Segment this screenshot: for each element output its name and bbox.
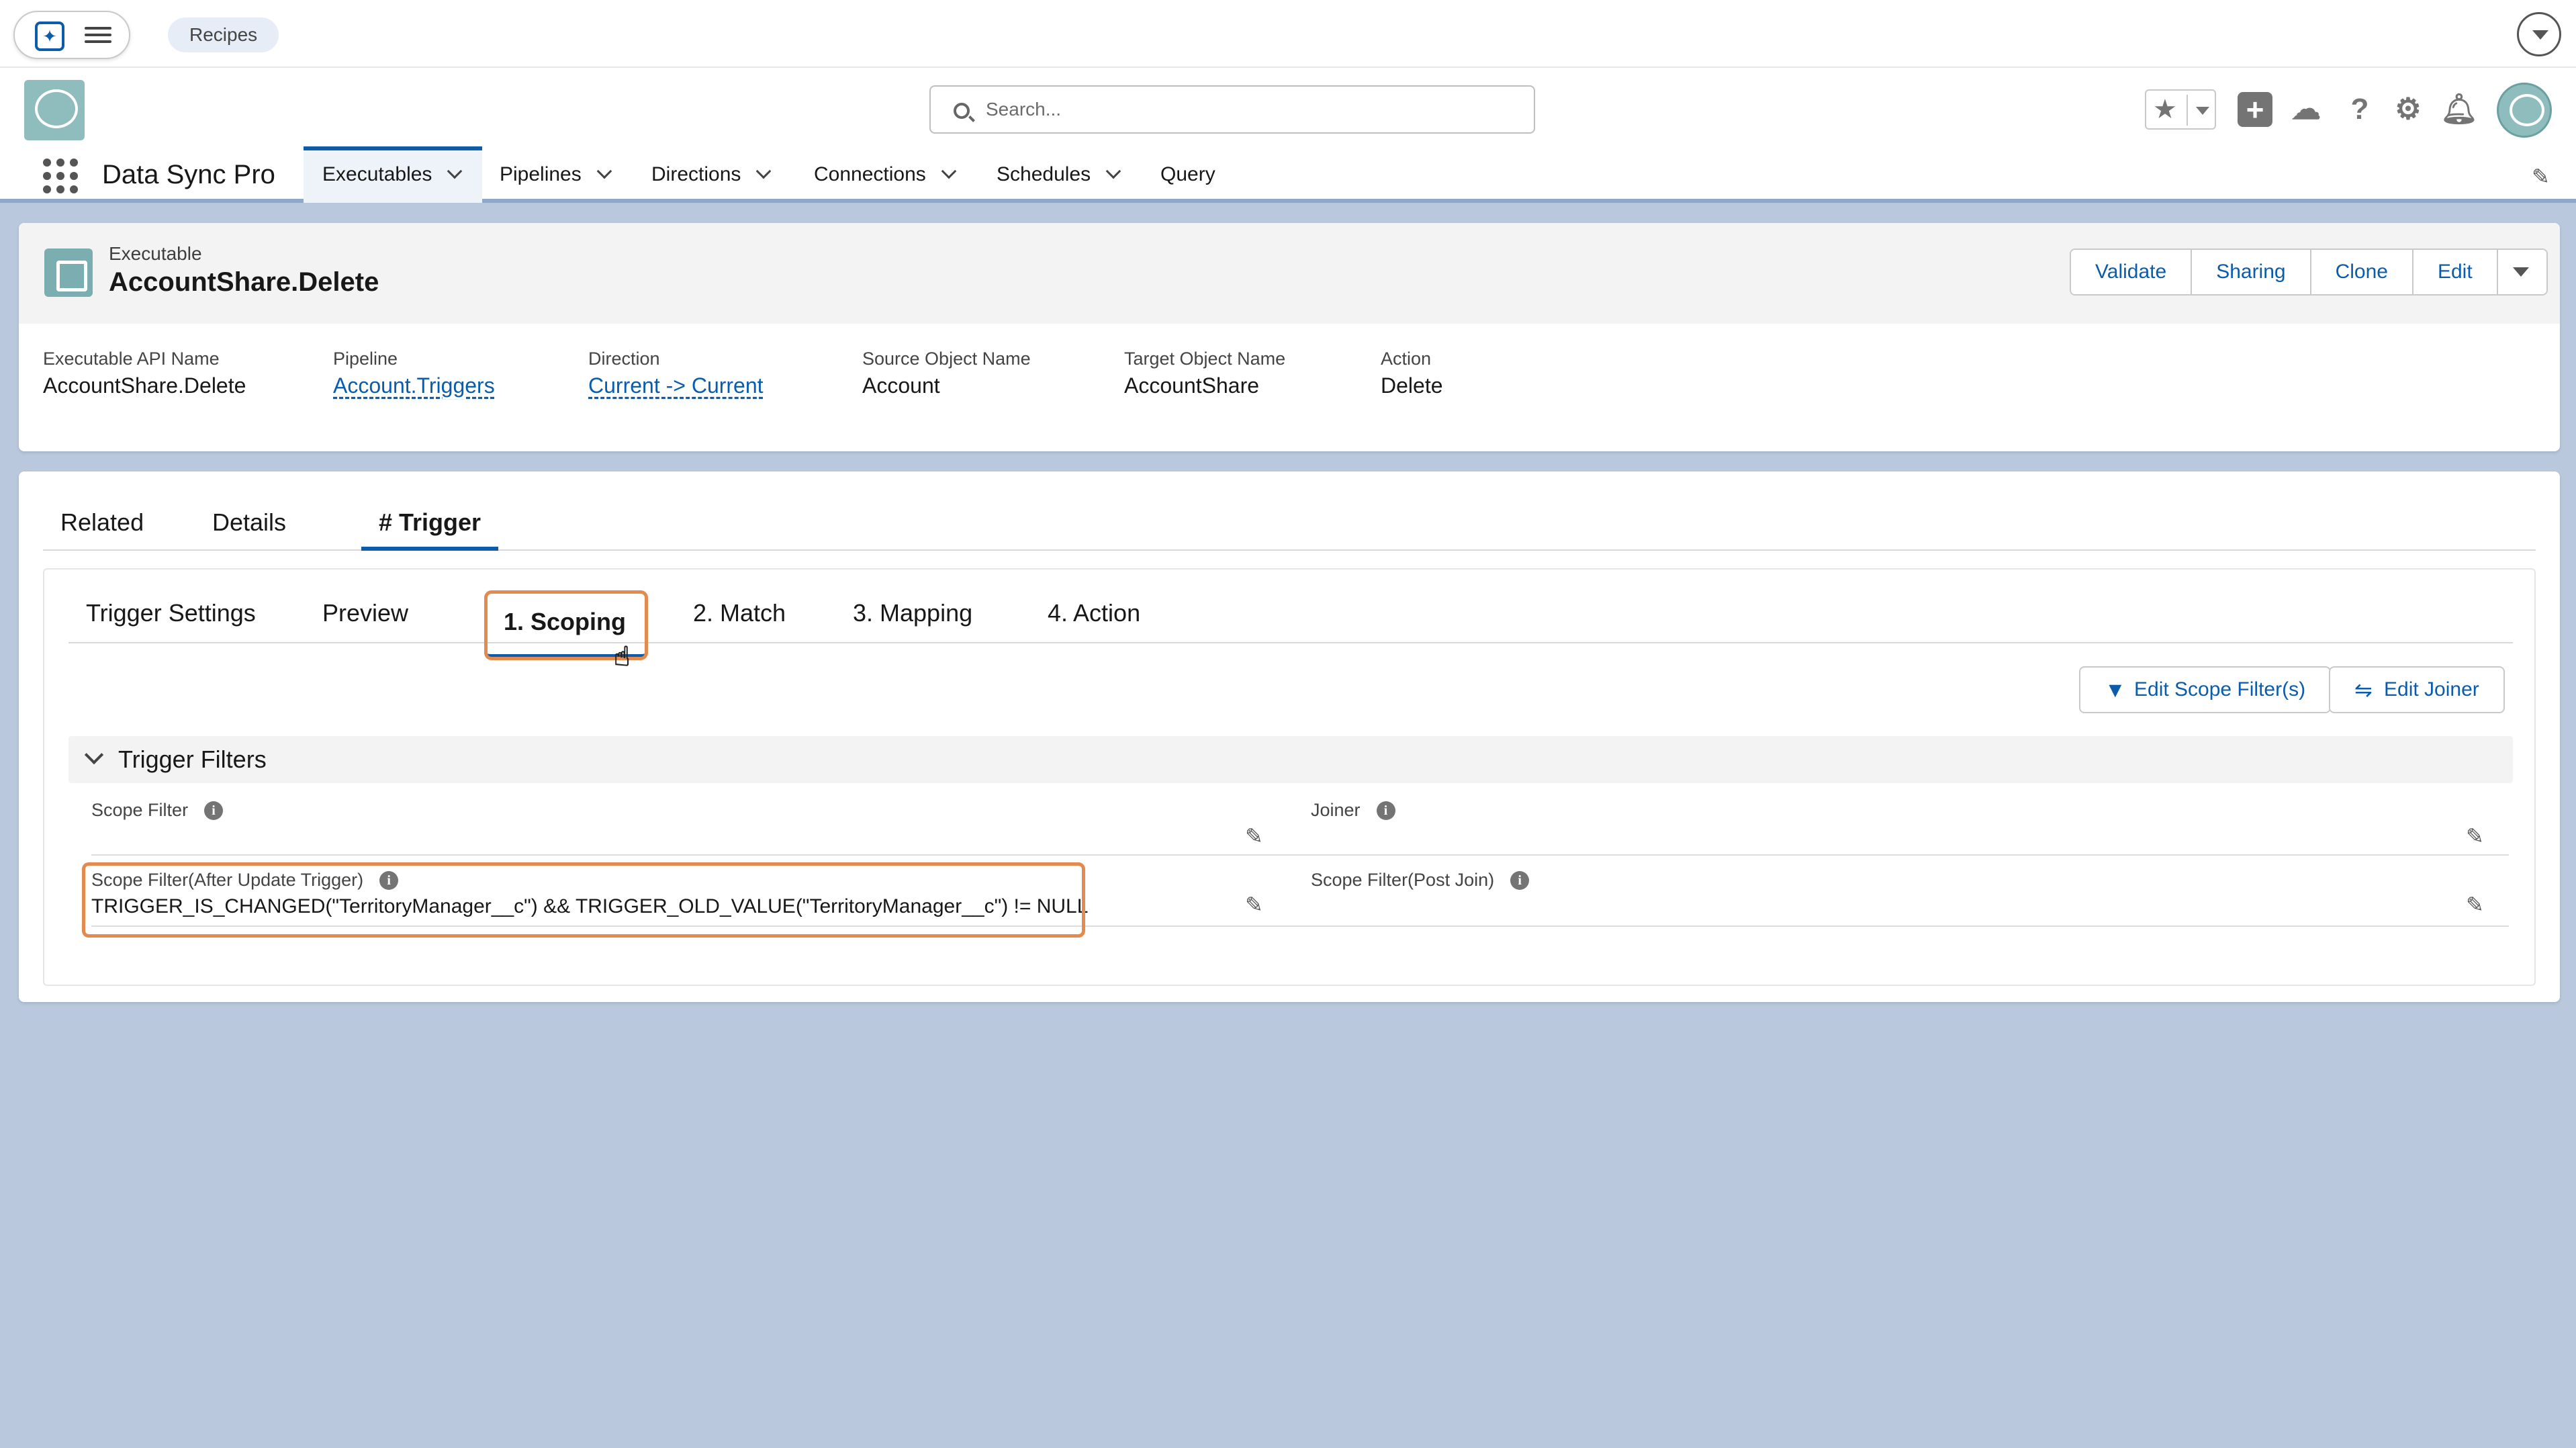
utility-bar: ✦ Recipes: [0, 0, 2576, 68]
edit-joiner-icon[interactable]: ✎: [2466, 823, 2484, 849]
sharing-button[interactable]: Sharing: [2192, 250, 2311, 294]
chevron-down-icon[interactable]: [447, 163, 463, 179]
edit-joiner-button[interactable]: ⇋ Edit Joiner: [2329, 666, 2505, 713]
filter-icon: ▼: [2105, 678, 2126, 702]
trailhead-icon[interactable]: ☁: [2289, 92, 2324, 127]
global-search[interactable]: [929, 85, 1535, 134]
sparkle-icon[interactable]: ✦: [35, 21, 64, 51]
nav-item-pipelines[interactable]: Pipelines: [481, 146, 635, 203]
help-icon[interactable]: ?: [2342, 92, 2377, 127]
nav-item-executables[interactable]: Executables: [304, 146, 482, 203]
nav-item-directions[interactable]: Directions: [633, 146, 794, 203]
record-type: Executable: [109, 243, 202, 264]
field-pipeline: Pipeline Account.Triggers: [333, 347, 495, 400]
edit-nav-icon[interactable]: ✎: [2532, 164, 2550, 189]
record-body: Related Details # Trigger Trigger Settin…: [19, 471, 2560, 1002]
annotation-highlight: [82, 862, 1085, 938]
section-title: Trigger Filters: [118, 745, 267, 773]
executable-icon: [44, 248, 93, 297]
global-header: ★ + ☁ ? ⚙ 🔔︎: [0, 68, 2576, 154]
record-title: AccountShare.Delete: [109, 267, 379, 297]
field-source-object: Source Object Name Account: [862, 349, 1031, 398]
record-header: Executable AccountShare.Delete Validate …: [19, 223, 2560, 451]
tab-trigger[interactable]: # Trigger: [361, 501, 499, 551]
edit-after-update-filter-icon[interactable]: ✎: [1245, 892, 1263, 917]
favorites-dropdown-icon[interactable]: [2196, 107, 2209, 115]
scope-filter-field: Scope Filter i: [91, 798, 1315, 856]
edit-scope-filter-icon[interactable]: ✎: [1245, 823, 1263, 849]
global-actions-icon[interactable]: +: [2238, 92, 2272, 127]
chevron-down-icon[interactable]: [84, 745, 104, 765]
direction-link[interactable]: Current -> Current: [588, 371, 764, 400]
edit-button[interactable]: Edit: [2413, 250, 2498, 294]
subtab-trigger-settings[interactable]: Trigger Settings: [68, 590, 273, 643]
subtab-match[interactable]: 2. Match: [676, 590, 803, 643]
app-launcher-pill[interactable]: ✦: [13, 11, 130, 59]
cursor-icon: ☝︎: [614, 642, 631, 672]
info-icon[interactable]: i: [1376, 801, 1395, 820]
tab-related[interactable]: Related: [43, 501, 161, 551]
nav-item-query[interactable]: Query: [1142, 146, 1242, 203]
recipes-pill[interactable]: Recipes: [168, 17, 279, 52]
field-action: Action Delete: [1381, 349, 1443, 398]
tab-details[interactable]: Details: [195, 501, 304, 551]
field-api-name: Executable API Name AccountShare.Delete: [43, 349, 246, 398]
chevron-down-icon[interactable]: [2517, 12, 2561, 56]
search-input[interactable]: [986, 93, 1510, 126]
bell-icon[interactable]: 🔔︎: [2440, 92, 2478, 127]
org-logo[interactable]: [24, 80, 85, 140]
validate-button[interactable]: Validate: [2071, 250, 2193, 294]
subtab-scoping[interactable]: 1. Scoping ☝︎: [484, 590, 648, 672]
gear-icon[interactable]: ⚙: [2391, 92, 2426, 127]
field-target-object: Target Object Name AccountShare: [1124, 349, 1286, 398]
trigger-panel: Trigger Settings Preview 1. Scoping ☝︎ 2…: [43, 568, 2536, 986]
edit-post-join-filter-icon[interactable]: ✎: [2466, 892, 2484, 917]
subtab-preview[interactable]: Preview: [305, 590, 426, 643]
info-icon[interactable]: i: [204, 801, 224, 820]
star-icon[interactable]: ★: [2153, 95, 2177, 124]
record-tabs: Related Details # Trigger: [43, 501, 2536, 551]
record-actions: Validate Sharing Clone Edit: [2070, 248, 2548, 296]
favorites-group[interactable]: ★: [2145, 89, 2216, 130]
nav-item-schedules[interactable]: Schedules: [978, 146, 1150, 203]
nav-bar: Data Sync Pro Executables Pipelines Dire…: [0, 146, 2576, 203]
field-direction: Direction Current -> Current: [588, 347, 764, 400]
post-join-filter-field: Scope Filter(Post Join) i: [1311, 868, 2509, 927]
chevron-down-icon[interactable]: [1105, 163, 1121, 179]
chevron-down-icon[interactable]: [596, 163, 612, 179]
app-name: Data Sync Pro: [102, 160, 275, 189]
joiner-field: Joiner i: [1311, 798, 2509, 856]
info-icon[interactable]: i: [1510, 871, 1530, 890]
app-launcher-icon[interactable]: [43, 159, 78, 193]
chevron-down-icon[interactable]: [941, 163, 957, 179]
trigger-filters-section[interactable]: Trigger Filters: [68, 736, 2513, 783]
more-actions-icon[interactable]: [2497, 250, 2546, 294]
menu-icon[interactable]: [85, 23, 111, 50]
clone-button[interactable]: Clone: [2311, 250, 2413, 294]
search-icon: [954, 103, 970, 119]
chevron-down-icon[interactable]: [756, 163, 772, 179]
trigger-subtabs: Trigger Settings Preview 1. Scoping ☝︎ 2…: [68, 583, 2513, 672]
pipeline-link[interactable]: Account.Triggers: [333, 371, 495, 400]
avatar[interactable]: [2497, 83, 2552, 138]
nav-item-connections[interactable]: Connections: [795, 146, 976, 203]
subtab-action[interactable]: 4. Action: [1030, 590, 1158, 643]
joiner-icon: ⇋: [2354, 678, 2373, 702]
subtab-mapping[interactable]: 3. Mapping: [835, 590, 990, 643]
edit-scope-filters-button[interactable]: ▼ Edit Scope Filter(s): [2079, 666, 2332, 713]
